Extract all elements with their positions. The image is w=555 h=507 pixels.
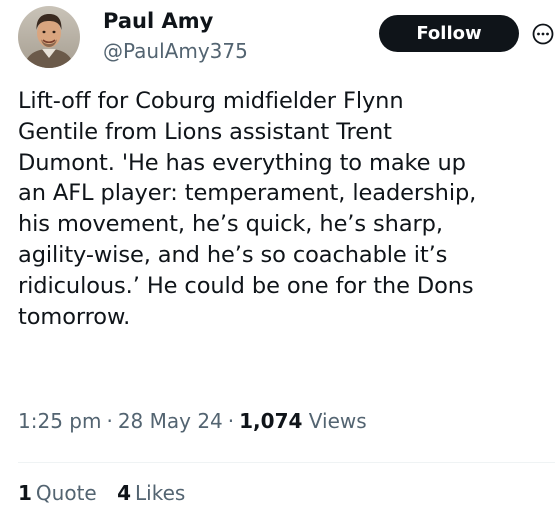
meta-separator: ·	[227, 409, 235, 433]
views-label: Views	[308, 409, 367, 433]
profile-photo-icon	[18, 6, 80, 68]
tweet-text-line: Lift-off for Coburg midfielder Flynn	[18, 88, 404, 114]
follow-button[interactable]: Follow	[379, 15, 519, 52]
tweet-text-line: Dumont. 'He has everything to make up	[18, 149, 466, 176]
tweet-text-line: agility-wise, and he’s so coachable it’s	[18, 241, 448, 268]
likes-stat[interactable]: 4 Likes	[117, 481, 185, 505]
tweet-text: Lift-off for Coburg midfielder Flynn Gen…	[18, 86, 555, 332]
views-count: 1,074	[239, 409, 303, 433]
tweet-text-line: tomorrow.	[18, 303, 131, 330]
quotes-count: 1	[18, 481, 32, 505]
user-handle[interactable]: @PaulAmy375	[103, 38, 248, 64]
tweet-text-line: his movement, he’s quick, he’s sharp,	[18, 211, 443, 238]
tweet-stats: 1 Quote 4 Likes	[18, 479, 199, 507]
display-name[interactable]: Paul Amy	[103, 8, 248, 34]
tweet-text-line: ridiculous.’ He could be one for the Don…	[18, 272, 474, 299]
divider	[18, 462, 555, 463]
meta-separator: ·	[106, 409, 113, 433]
quotes-label: Quote	[35, 481, 97, 505]
tweet-card: Paul Amy @PaulAmy375 Follow Lift-off for…	[0, 0, 555, 505]
avatar[interactable]	[18, 6, 80, 68]
author-block: Paul Amy @PaulAmy375	[103, 8, 248, 64]
tweet-date[interactable]: 28 May 24	[118, 409, 223, 433]
tweet-text-line: an AFL player: temperament, leadership,	[18, 180, 477, 207]
likes-count: 4	[117, 481, 132, 505]
more-options-button[interactable]	[532, 23, 554, 45]
likes-label: Likes	[135, 481, 186, 505]
tweet-time[interactable]: 1:25 pm	[18, 409, 101, 433]
quotes-stat[interactable]: 1 Quote	[18, 481, 97, 505]
tweet-text-line: Gentile from Lions assistant Trent	[18, 118, 392, 145]
tweet-meta: 1:25 pm · 28 May 24 · 1,074 Views	[18, 407, 367, 435]
more-circle-icon	[532, 23, 554, 45]
